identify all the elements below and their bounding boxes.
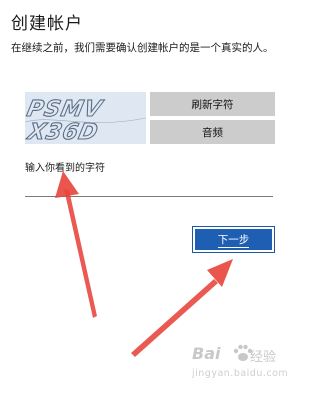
audio-captcha-button[interactable]: 音频 bbox=[150, 120, 275, 144]
captcha-input[interactable] bbox=[25, 172, 273, 197]
annotation-arrow-next bbox=[131, 259, 233, 357]
watermark-logo: Bai bbox=[192, 344, 221, 363]
svg-text:PSMV: PSMV bbox=[25, 96, 106, 122]
page-title: 创建帐户 bbox=[11, 14, 83, 34]
watermark-brand: 经验 bbox=[250, 350, 277, 365]
baidu-watermark: Bai 经验 jingyan.baidu.com bbox=[192, 344, 300, 394]
page-description: 在继续之前，我们需要确认创建帐户的是一个真实的人。 bbox=[11, 42, 274, 54]
refresh-characters-button[interactable]: 刷新字符 bbox=[150, 92, 275, 116]
watermark-url: jingyan.baidu.com bbox=[192, 368, 289, 379]
svg-text:X36D: X36D bbox=[25, 119, 101, 144]
next-button-frame: 下一步 bbox=[192, 226, 275, 253]
next-button[interactable]: 下一步 bbox=[195, 229, 272, 250]
captcha-image: PSMV X36D bbox=[25, 92, 146, 144]
next-button-label: 下一步 bbox=[217, 234, 250, 248]
